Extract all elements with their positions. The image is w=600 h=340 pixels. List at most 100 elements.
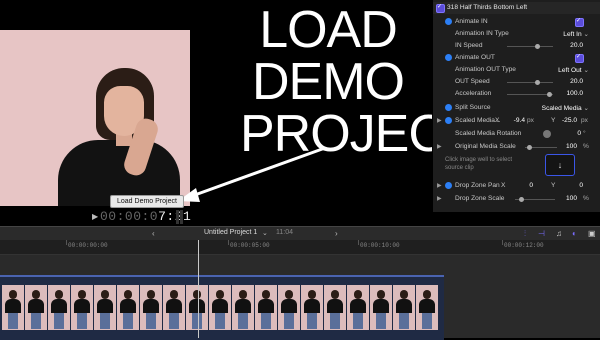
inspector-title: 318 Half Thirds Bottom Left	[447, 4, 528, 11]
in-speed-label: IN Speed	[455, 42, 483, 49]
animate-out-row: Animate OUT	[433, 52, 600, 64]
drop-scale-value[interactable]: 100	[563, 195, 577, 202]
original-media-scale-row: ▶ Original Media Scale 100 %	[433, 141, 600, 153]
scaled-media-row: ▶ Scaled Media... X -9.4 px Y -25.0 px	[433, 115, 600, 127]
slider-knob[interactable]	[535, 44, 540, 49]
slider-knob[interactable]	[535, 80, 540, 85]
chevron-down-icon[interactable]: ⌄	[262, 229, 268, 237]
disclosure-triangle-icon[interactable]: ▶	[437, 195, 442, 202]
image-well-hint: Click image well to select source clip	[445, 157, 513, 171]
keyframe-icon[interactable]	[445, 117, 452, 124]
original-scale-label: Original Media Scale	[455, 143, 516, 150]
acceleration-slider[interactable]	[507, 92, 553, 97]
clip-appearance-icon[interactable]: ▣	[588, 229, 596, 238]
keyframe-icon[interactable]	[445, 104, 452, 111]
drop-pan-x-value[interactable]: 0	[523, 182, 533, 189]
acceleration-row: Acceleration 100.0	[433, 88, 600, 100]
project-title[interactable]: Untitled Project 1	[204, 229, 257, 236]
load-demo-tooltip[interactable]: Load Demo Project	[110, 195, 184, 208]
clip-thumbnail	[393, 285, 415, 330]
out-speed-value[interactable]: 20.0	[561, 78, 583, 85]
animate-in-checkbox[interactable]	[575, 17, 584, 27]
clip-thumbnail	[25, 285, 47, 330]
rotation-label: Scaled Media Rotation	[455, 130, 522, 137]
disclosure-triangle-icon[interactable]: ▶	[437, 143, 442, 150]
video-clip[interactable]	[0, 275, 444, 340]
keyframe-icon[interactable]	[445, 18, 452, 25]
arrow-shaft	[191, 146, 326, 198]
chevron-down-icon: ⌄	[583, 31, 589, 38]
image-well-button[interactable]: ↓	[545, 154, 575, 176]
clip-thumbnail	[324, 285, 346, 330]
slider-knob[interactable]	[527, 145, 532, 150]
drop-pan-x-label: X	[501, 182, 506, 189]
animation-in-type-dropdown[interactable]: Left In ⌄	[553, 30, 589, 38]
animation-out-type-row: Animation OUT Type Left Out ⌄	[433, 64, 600, 76]
split-source-value: Scaled Media	[541, 105, 582, 112]
clip-thumbnail	[163, 285, 185, 330]
slider-knob[interactable]	[519, 197, 524, 202]
slider-knob[interactable]	[547, 92, 552, 97]
clip-thumbnail	[301, 285, 323, 330]
keyframe-icon[interactable]	[445, 54, 452, 61]
rotation-value[interactable]: 0	[571, 130, 581, 137]
rotation-unit: °	[583, 130, 586, 137]
rotation-dial[interactable]	[543, 130, 551, 138]
timeline-ruler[interactable]: 00:00:00:00 00:00:05:00 00:00:10:00 00:0…	[0, 240, 600, 255]
headphones-icon[interactable]: ♫	[556, 229, 562, 238]
timecode-bright: 7:21	[158, 209, 192, 224]
animate-in-label: Animate IN	[455, 18, 488, 25]
split-source-label: Split Source	[455, 104, 491, 111]
disclosure-triangle-icon[interactable]: ▶	[437, 117, 442, 124]
playhead[interactable]	[198, 240, 199, 338]
tick-mark	[228, 240, 229, 245]
title-checkbox[interactable]	[436, 3, 445, 13]
disclosure-triangle-icon[interactable]: ▶	[437, 182, 442, 189]
solo-icon[interactable]: ◐	[572, 229, 577, 238]
original-scale-slider[interactable]	[525, 145, 557, 150]
clip-thumbnail	[370, 285, 392, 330]
drop-zone-pan-row: ▶ Drop Zone Pan X 0 Y 0	[433, 180, 600, 192]
drop-pan-y-value[interactable]: 0	[575, 182, 583, 189]
original-scale-value[interactable]: 100	[563, 143, 577, 150]
acceleration-label: Acceleration	[455, 90, 492, 97]
animation-out-type-value: Left Out	[558, 67, 582, 74]
keyframe-icon[interactable]	[445, 182, 452, 189]
chevron-down-icon: ⌄	[583, 105, 589, 112]
arrow-down-icon: ↓	[557, 160, 563, 170]
ruler-label: 00:00:10:00	[360, 242, 400, 249]
scaled-media-label: Scaled Media...	[455, 117, 501, 124]
arrow-graphic	[178, 146, 326, 202]
animation-out-type-dropdown[interactable]: Left Out ⌄	[551, 66, 589, 74]
animate-in-row: Animate IN	[433, 16, 600, 28]
audio-skimming-icon[interactable]: ⫶	[524, 229, 526, 239]
y-label: Y	[551, 117, 556, 124]
viewer: LOAD DEMO PROJECT Load Demo Project	[0, 0, 477, 208]
out-speed-slider[interactable]	[507, 80, 553, 85]
x-value[interactable]: -9.4	[507, 117, 525, 124]
chevron-right-icon[interactable]: ›	[335, 229, 338, 238]
clip-thumbnail	[232, 285, 254, 330]
ruler-label: 00:00:12:00	[504, 242, 544, 249]
clip-thumbnail	[94, 285, 116, 330]
split-source-row: Split Source Scaled Media ⌄	[433, 102, 600, 114]
out-speed-row: OUT Speed 20.0	[433, 76, 600, 88]
split-source-dropdown[interactable]: Scaled Media ⌄	[541, 104, 589, 112]
in-speed-row: IN Speed 20.0	[433, 40, 600, 52]
tick-mark	[66, 240, 67, 245]
snapping-icon[interactable]: ⊣	[538, 229, 545, 238]
in-speed-value[interactable]: 20.0	[561, 42, 583, 49]
chevron-left-icon[interactable]: ‹	[152, 229, 155, 238]
timeline-track-area[interactable]	[0, 255, 600, 340]
acceleration-value[interactable]: 100.0	[557, 90, 583, 97]
animate-out-checkbox[interactable]	[575, 53, 584, 63]
tick-mark	[502, 240, 503, 245]
drop-scale-slider[interactable]	[515, 197, 555, 202]
play-icon[interactable]: ▶	[92, 212, 98, 221]
clip-thumbnail	[48, 285, 70, 330]
y-value[interactable]: -25.0	[557, 117, 577, 124]
in-speed-slider[interactable]	[507, 44, 553, 49]
animate-out-label: Animate OUT	[455, 54, 495, 61]
drop-pan-label: Drop Zone Pan	[455, 182, 500, 189]
drop-zone-scale-row: ▶ Drop Zone Scale 100 %	[433, 193, 600, 205]
